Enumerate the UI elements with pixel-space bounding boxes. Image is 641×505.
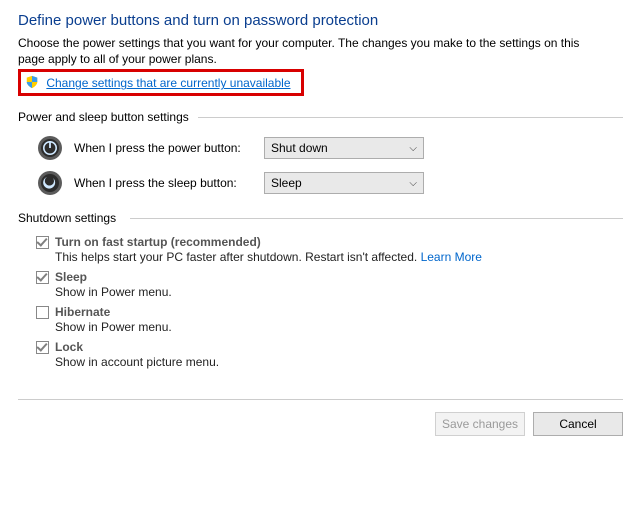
power-button-label: When I press the power button: [74,141,264,155]
option-lock: Lock Show in account picture menu. [36,340,623,369]
checkbox-fast-startup[interactable] [36,236,49,249]
sleep-button-value: Sleep [271,176,302,190]
sleep-desc: Show in Power menu. [55,285,623,299]
option-fast-startup: Turn on fast startup (recommended) This … [36,235,623,264]
row-power-button: When I press the power button: Shut down… [36,134,623,162]
cancel-button[interactable]: Cancel [533,412,623,436]
sleep-button-label: When I press the sleep button: [74,176,264,190]
uac-shield-icon [25,75,39,89]
save-button: Save changes [435,412,525,436]
sleep-label: Sleep [55,270,87,284]
section-header-power: Power and sleep button settings [18,110,623,124]
fast-startup-label: Turn on fast startup (recommended) [55,235,261,249]
page-title: Define power buttons and turn on passwor… [18,12,623,29]
footer: Save changes Cancel [18,399,623,436]
section-header-shutdown: Shutdown settings [18,211,623,225]
checkbox-sleep[interactable] [36,271,49,284]
highlight-box: Change settings that are currently unava… [18,69,304,96]
lock-desc: Show in account picture menu. [55,355,623,369]
hibernate-label: Hibernate [55,305,110,319]
option-sleep: Sleep Show in Power menu. [36,270,623,299]
learn-more-link[interactable]: Learn More [421,250,482,264]
row-sleep-button: When I press the sleep button: Sleep ⌵ [36,169,623,197]
fast-startup-desc: This helps start your PC faster after sh… [55,250,623,264]
change-settings-link[interactable]: Change settings that are currently unava… [46,76,290,90]
hibernate-desc: Show in Power menu. [55,320,623,334]
lock-label: Lock [55,340,83,354]
option-hibernate: Hibernate Show in Power menu. [36,305,623,334]
sleep-button-select[interactable]: Sleep ⌵ [264,172,424,194]
chevron-down-icon: ⌵ [409,178,417,189]
power-button-select[interactable]: Shut down ⌵ [264,137,424,159]
power-button-icon [36,134,64,162]
chevron-down-icon: ⌵ [409,143,417,154]
power-button-value: Shut down [271,141,328,155]
sleep-button-icon [36,169,64,197]
page-subtitle: Choose the power settings that you want … [18,35,598,67]
checkbox-lock[interactable] [36,341,49,354]
fast-startup-desc-text: This helps start your PC faster after sh… [55,250,421,264]
checkbox-hibernate[interactable] [36,306,49,319]
